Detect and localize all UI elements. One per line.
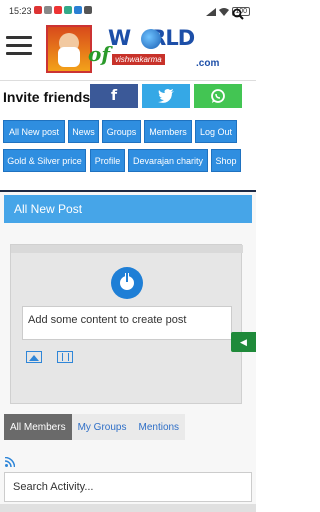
nav-profile-button[interactable]: Profile bbox=[90, 149, 125, 172]
tab-my-groups[interactable]: My Groups bbox=[71, 414, 133, 440]
facebook-icon: f bbox=[110, 88, 118, 104]
activity-panel: All New Post Add some content to create … bbox=[0, 190, 256, 512]
notification-icon bbox=[64, 6, 72, 14]
notification-icon bbox=[84, 6, 92, 14]
whatsapp-share-button[interactable] bbox=[194, 84, 242, 108]
logo-com-text: .com bbox=[196, 58, 220, 69]
video-icon[interactable] bbox=[57, 351, 73, 363]
globe-icon bbox=[141, 29, 161, 49]
facebook-share-button[interactable]: f bbox=[90, 84, 138, 108]
status-time: 15:23 bbox=[9, 6, 32, 16]
notification-icon bbox=[34, 6, 42, 14]
nav-members-button[interactable]: Members bbox=[144, 120, 192, 143]
image-icon[interactable] bbox=[26, 351, 42, 363]
notification-icons bbox=[34, 6, 92, 14]
whatsapp-icon bbox=[211, 89, 225, 103]
panel-title: All New Post bbox=[4, 195, 252, 223]
twitter-icon bbox=[158, 89, 174, 103]
signal-icon bbox=[206, 7, 217, 16]
notification-icon bbox=[44, 6, 52, 14]
search-activity-input[interactable]: Search Activity... bbox=[4, 472, 252, 502]
invite-friends-row: Invite friends f bbox=[0, 84, 256, 112]
logo-sub-text: vishwakarma bbox=[112, 54, 165, 65]
nav-devarajan-charity-button[interactable]: Devarajan charity bbox=[128, 149, 208, 172]
tab-all-members[interactable]: All Members bbox=[4, 414, 72, 440]
site-header: W RLD of vishwakarma .com bbox=[0, 24, 256, 80]
logo-of-text: of bbox=[88, 42, 110, 66]
status-bar: 15:23 100 bbox=[0, 0, 256, 24]
nav-log-out-button[interactable]: Log Out bbox=[195, 120, 237, 143]
header-divider bbox=[0, 80, 256, 81]
nav-gold-silver-price-button[interactable]: Gold & Silver price bbox=[3, 149, 86, 172]
nav-groups-button[interactable]: Groups bbox=[102, 120, 141, 143]
post-content-input[interactable]: Add some content to create post bbox=[22, 306, 232, 340]
rss-icon[interactable] bbox=[5, 457, 15, 467]
invite-label: Invite friends bbox=[3, 89, 91, 105]
wifi-icon bbox=[219, 7, 230, 16]
hamburger-icon[interactable] bbox=[6, 36, 32, 56]
nav-shop-button[interactable]: Shop bbox=[211, 149, 241, 172]
activity-tabs: All Members My Groups Mentions bbox=[4, 414, 186, 440]
side-panel-toggle-button[interactable]: ◀ bbox=[231, 332, 256, 352]
tab-mentions[interactable]: Mentions bbox=[132, 414, 186, 440]
composer-top-bar bbox=[11, 245, 243, 253]
vishwakarma-logo-image[interactable] bbox=[46, 25, 92, 73]
twitter-share-button[interactable] bbox=[142, 84, 190, 108]
bottom-strip bbox=[0, 504, 256, 512]
notification-icon bbox=[74, 6, 82, 14]
search-icon[interactable] bbox=[232, 8, 244, 20]
post-composer: Add some content to create post bbox=[10, 244, 243, 404]
nav-news-button[interactable]: News bbox=[68, 120, 99, 143]
notification-icon bbox=[54, 6, 62, 14]
nav-all-new-post-button[interactable]: All New post bbox=[3, 120, 65, 143]
user-avatar-icon[interactable] bbox=[111, 267, 143, 299]
